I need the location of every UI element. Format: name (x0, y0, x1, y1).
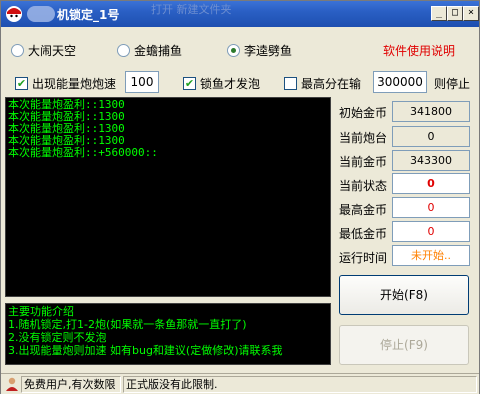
max-score-suffix: 则停止 (434, 77, 471, 91)
run-time-label: 运行时间 (339, 251, 388, 265)
mode-radio-3[interactable]: 李逵劈鱼 (227, 41, 292, 59)
license-note: 正式版没有此限制. (123, 376, 477, 393)
log-console[interactable]: 本次能量炮盈利::1300 本次能量炮盈利::1300 本次能量炮盈利::130… (5, 97, 331, 297)
start-button[interactable]: 开始(F8) (339, 275, 469, 315)
mode-label: 大闹天空 (28, 43, 77, 58)
lock-fish-checkbox[interactable]: ✔ 锁鱼才发泡 (183, 74, 260, 92)
max-score-checkbox[interactable]: 最高分在输 (284, 74, 361, 92)
main-window: 机锁定_1号 打开 新建文件夹 _ □ × 大闹天空 金蟾捕鱼 李逵劈鱼 软件使… (0, 0, 480, 394)
background-window-text: 打开 新建文件夹 (151, 3, 232, 16)
feature-intro-panel: 主要功能介绍 1.随机锁定,打1-2炮(如果就一条鱼那就一直打了) 2.没有锁定… (5, 303, 331, 365)
run-time-value: 未开始.. (392, 245, 470, 266)
stop-button[interactable]: 停止(F9) (339, 325, 469, 365)
radio-icon (11, 43, 24, 57)
current-status-value: 0 (392, 173, 470, 194)
initial-coins-label: 初始金币 (339, 106, 388, 120)
mode-label: 金蟾捕鱼 (134, 43, 183, 58)
min-coins-value: 0 (392, 221, 470, 242)
help-link[interactable]: 软件使用说明 (383, 42, 455, 59)
radio-icon (117, 43, 130, 57)
min-coins-label: 最低金币 (339, 227, 388, 241)
title-bar[interactable]: 机锁定_1号 打开 新建文件夹 _ □ × (1, 1, 479, 27)
initial-coins-value: 341800 (392, 101, 470, 122)
close-button[interactable]: × (463, 6, 479, 21)
speed-check-label: 出现能量炮炮速 (32, 76, 117, 91)
app-icon (6, 6, 22, 22)
max-coins-value: 0 (392, 197, 470, 218)
speed-input[interactable]: 100 (125, 71, 159, 93)
intro-line: 主要功能介绍 (8, 305, 74, 318)
intro-line: 2.没有锁定则不发泡 (8, 331, 107, 344)
max-score-input[interactable]: 300000 (373, 71, 427, 93)
maximize-button[interactable]: □ (447, 6, 463, 21)
log-line: 本次能量炮盈利::+560000:: (8, 146, 158, 159)
current-status-label: 当前状态 (339, 179, 388, 193)
current-turret-label: 当前炮台 (339, 131, 388, 145)
intro-line: 1.随机锁定,打1-2炮(如果就一条鱼那就一直打了) (8, 318, 247, 331)
intro-line: 3.出现能量炮则加速 如有bug和建议(定做修改)请联系我 (8, 344, 283, 357)
window-title: 机锁定_1号 (57, 8, 120, 22)
current-turret-value: 0 (392, 126, 470, 147)
user-status: 免费用户,有次数限 (21, 376, 121, 393)
current-coins-label: 当前金币 (339, 155, 388, 169)
mode-radio-2[interactable]: 金蟾捕鱼 (117, 41, 182, 59)
lock-fish-label: 锁鱼才发泡 (200, 76, 261, 91)
current-coins-value: 343300 (392, 150, 470, 171)
checkmark-icon: ✔ (15, 76, 28, 90)
checkmark-icon: ✔ (183, 76, 196, 90)
radio-selected-icon (227, 43, 240, 57)
mode-label: 李逵劈鱼 (244, 43, 293, 58)
max-score-label: 最高分在输 (301, 76, 362, 91)
user-icon (6, 377, 18, 391)
checkbox-empty-icon (284, 76, 297, 90)
blurred-title-prefix (27, 6, 55, 22)
minimize-button[interactable]: _ (431, 6, 447, 21)
status-bar: 免费用户,有次数限 正式版没有此限制. (1, 373, 479, 394)
speed-checkbox[interactable]: ✔ 出现能量炮炮速 (15, 74, 116, 92)
mode-radio-1[interactable]: 大闹天空 (11, 41, 76, 59)
max-coins-label: 最高金币 (339, 203, 388, 217)
